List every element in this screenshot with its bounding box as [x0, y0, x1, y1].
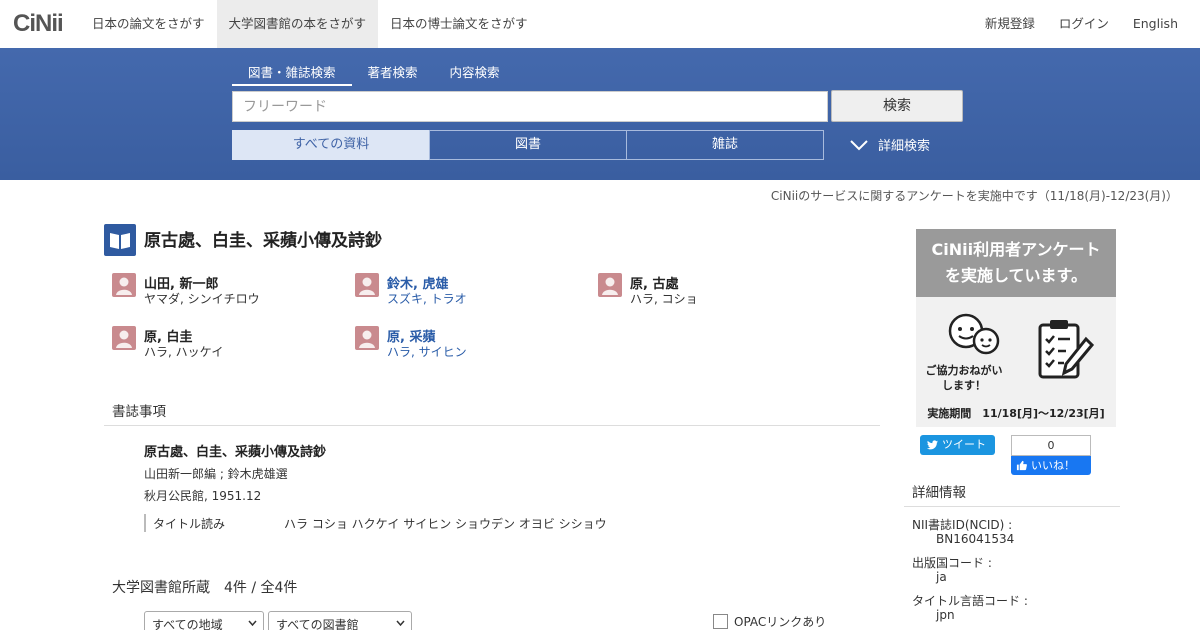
detail-value: BN16041534: [936, 532, 1015, 546]
author-item: 原, 古處 ハラ, コショ: [598, 273, 818, 313]
divider: [904, 506, 1120, 507]
twitter-icon: [927, 440, 938, 450]
library-select-value: すべての図書館: [276, 618, 359, 630]
type-all[interactable]: すべての資料: [232, 130, 430, 160]
survey-banner[interactable]: CiNii利用者アンケート を実施しています。 ご協力おねがい します！ 実施期…: [916, 229, 1116, 427]
author-item[interactable]: 原, 采蘋 ハラ, サイヒン: [355, 326, 575, 366]
author-kana-link[interactable]: スズキ, トラオ: [387, 290, 467, 307]
holdings-heading: 大学図書館所蔵 4件 / 全4件: [112, 580, 298, 596]
chevron-down-icon: [850, 139, 868, 150]
facebook-like-button[interactable]: 0 いいね！: [1011, 435, 1091, 475]
page-title: 原古處、白圭、采蘋小傳及詩鈔: [144, 231, 382, 251]
author-kana-link[interactable]: ハラ, サイヒン: [387, 343, 467, 360]
title-reading-label: タイトル読み: [153, 517, 226, 531]
advanced-search-label: 詳細検索: [878, 139, 931, 154]
like-count: 0: [1011, 435, 1091, 456]
person-icon: [355, 273, 379, 297]
type-journals[interactable]: 雑誌: [626, 130, 824, 160]
bib-publication: 秋月公民館, 1951.12: [144, 489, 262, 503]
tab-author-search[interactable]: 著者検索: [352, 62, 434, 86]
chevron-down-icon: [396, 620, 405, 627]
tab-content-search[interactable]: 内容検索: [434, 62, 516, 86]
banner-title: CiNii利用者アンケート を実施しています。: [916, 229, 1116, 297]
author-kana: ヤマダ, シンイチロウ: [144, 292, 260, 306]
person-icon: [355, 326, 379, 350]
author-item: 原, 白圭 ハラ, ハッケイ: [112, 326, 332, 366]
search-tabs: 図書・雑誌検索 著者検索 内容検索: [232, 62, 516, 86]
person-icon: [112, 326, 136, 350]
book-icon: [104, 224, 136, 256]
detail-value: jpn: [936, 608, 955, 622]
tab-book-search[interactable]: 図書・雑誌検索: [232, 62, 352, 86]
english-link[interactable]: English: [1133, 0, 1178, 48]
tweet-button[interactable]: ツイート: [920, 435, 995, 455]
thumbs-up-icon: [1016, 460, 1027, 471]
opac-checkbox[interactable]: [713, 614, 728, 629]
library-select[interactable]: すべての図書館: [268, 611, 412, 630]
register-link[interactable]: 新規登録: [985, 0, 1035, 48]
cinii-logo[interactable]: CiNii: [13, 10, 64, 38]
detail-key: 出版国コード :: [912, 556, 992, 570]
title-reading-row: タイトル読み ハラ コショ ハクケイ サイヒン ショウデン オヨビ シショウ: [144, 514, 844, 532]
detail-key: NII書誌ID(NCID) :: [912, 518, 1013, 532]
nav-dissertations[interactable]: 日本の博士論文をさがす: [378, 0, 540, 48]
nav-articles[interactable]: 日本の論文をさがす: [80, 0, 217, 48]
search-band: 図書・雑誌検索 著者検索 内容検索 検索 すべての資料 図書 雑誌 詳細検索: [0, 48, 1200, 180]
resource-type-filter: すべての資料 図書 雑誌: [232, 130, 824, 160]
banner-title-line: CiNii利用者アンケート: [931, 240, 1101, 259]
detail-key: タイトル言語コード :: [912, 594, 1028, 608]
chat-bubbles-icon: [948, 313, 1000, 355]
person-icon: [598, 273, 622, 297]
author-kana: ハラ, ハッケイ: [144, 345, 224, 359]
detail-value: ja: [936, 570, 947, 584]
account-links: 新規登録 ログイン English: [985, 0, 1178, 48]
divider: [104, 425, 880, 426]
opac-filter[interactable]: OPACリンクあり: [713, 613, 826, 630]
author-item: 山田, 新一郎 ヤマダ, シンイチロウ: [112, 273, 332, 313]
opac-label: OPACリンクあり: [734, 615, 827, 629]
search-button[interactable]: 検索: [831, 90, 963, 122]
region-select-value: すべての地域: [152, 618, 223, 630]
survey-notice[interactable]: CiNiiのサービスに関するアンケートを実施中です（11/18(月)-12/23…: [771, 187, 1178, 204]
banner-period: 実施期間 11/18[月]〜12/23[月]: [927, 407, 1105, 420]
tweet-label: ツイート: [942, 438, 986, 451]
search-input[interactable]: [232, 91, 828, 122]
banner-caption-line: ご協力おねがい: [925, 364, 1003, 377]
advanced-search-toggle[interactable]: 詳細検索: [850, 135, 930, 154]
region-select[interactable]: すべての地域: [144, 611, 264, 630]
banner-caption: ご協力おねがい します！: [916, 363, 1012, 393]
author-kana: ハラ, コショ: [630, 292, 698, 306]
checklist-icon: [1038, 320, 1094, 379]
top-nav: 日本の論文をさがす 大学図書館の本をさがす 日本の博士論文をさがす: [80, 0, 540, 48]
bib-title: 原古處、白圭、采蘋小傳及詩鈔: [144, 445, 327, 460]
person-icon: [112, 273, 136, 297]
nav-books[interactable]: 大学図書館の本をさがす: [216, 0, 379, 48]
title-reading-value: ハラ コショ ハクケイ サイヒン ショウデン オヨビ シショウ: [284, 517, 607, 531]
banner-title-line: を実施しています。: [945, 266, 1087, 285]
author-item[interactable]: 鈴木, 虎雄 スズキ, トラオ: [355, 273, 575, 313]
bib-responsibility: 山田新一郎編 ; 鈴木虎雄選: [144, 467, 288, 481]
top-bar: CiNii 日本の論文をさがす 大学図書館の本をさがす 日本の博士論文をさがす …: [0, 0, 1200, 48]
type-books[interactable]: 図書: [429, 130, 627, 160]
login-link[interactable]: ログイン: [1059, 0, 1109, 48]
detail-heading: 詳細情報: [912, 485, 966, 501]
bib-section-heading: 書誌事項: [112, 404, 166, 420]
banner-caption-line: します！: [942, 379, 986, 392]
chevron-down-icon: [248, 620, 257, 627]
